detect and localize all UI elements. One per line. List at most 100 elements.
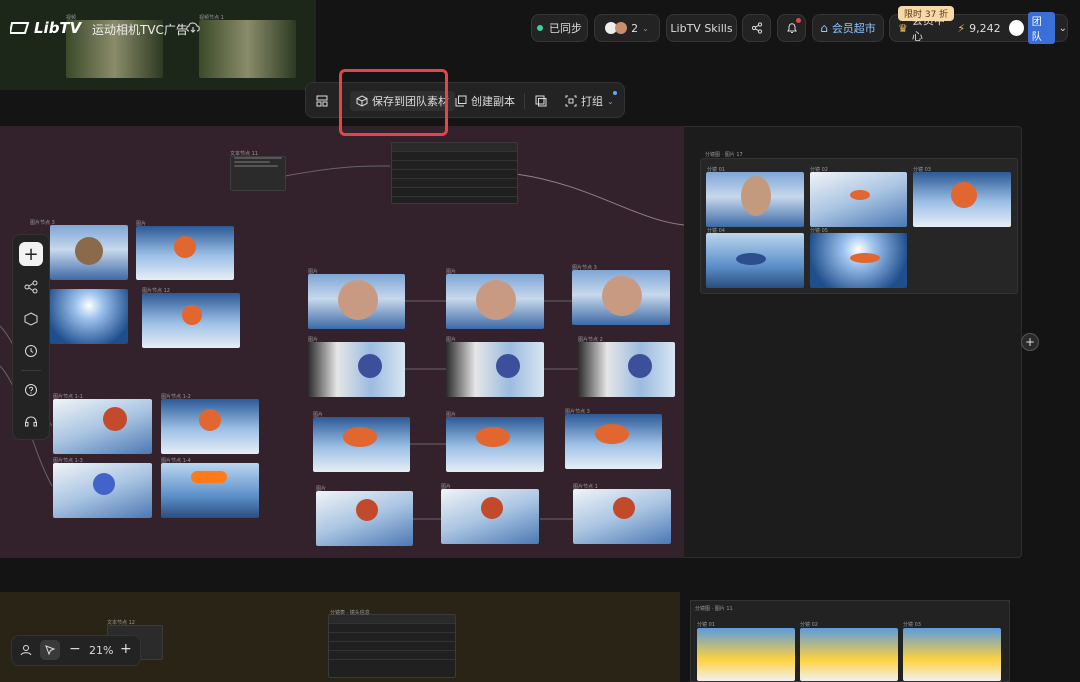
node-label: 图片节点 3 — [565, 409, 590, 415]
app-logo[interactable]: LibTV — [10, 19, 81, 37]
storyboard-image[interactable] — [706, 233, 804, 288]
member-market-button[interactable]: ⌂ 会员超市 — [812, 14, 884, 42]
sync-status[interactable]: 已同步 — [531, 14, 588, 42]
storyboard-image[interactable] — [903, 628, 1001, 681]
storyboard-image[interactable] — [706, 172, 804, 227]
image-node[interactable] — [50, 289, 128, 344]
image-node[interactable] — [565, 414, 662, 469]
storyboard-panel[interactable]: 分镜图 · 图片 11 分镜 01 分镜 02 分镜 03 — [690, 600, 1010, 682]
stack-button[interactable] — [535, 91, 547, 111]
image-node[interactable] — [308, 274, 405, 329]
panel-title: 分镜图 · 图片 17 — [705, 152, 743, 158]
storyboard-table[interactable] — [391, 142, 518, 204]
collaborators-button[interactable]: 2 ⌄ — [594, 14, 660, 42]
chevron-down-icon: ⌄ — [607, 96, 614, 106]
node-label: 图片 — [446, 412, 457, 418]
node-label: 图片节点 1 — [573, 484, 598, 490]
new-feature-dot-icon — [613, 91, 617, 95]
bell-icon — [786, 23, 797, 33]
assets-icon[interactable] — [19, 307, 43, 331]
image-node[interactable] — [573, 489, 671, 544]
workflow-icon[interactable] — [19, 275, 43, 299]
node-label: 图片节点 2 — [578, 337, 603, 343]
image-node[interactable] — [446, 342, 544, 397]
image-node[interactable] — [53, 399, 152, 454]
logo-icon — [10, 22, 30, 34]
panel-item-label: 分镜 01 — [697, 622, 715, 628]
node-label: 图片 — [308, 269, 319, 275]
chevron-down-icon: ⌄ — [642, 23, 649, 33]
image-node[interactable] — [161, 463, 259, 518]
image-node[interactable] — [142, 293, 240, 348]
group-label: 打组 — [581, 95, 603, 108]
chevron-down-icon: ⌄ — [1058, 22, 1067, 34]
duplicate-label: 创建副本 — [471, 95, 515, 108]
image-node[interactable] — [313, 417, 410, 472]
project-title[interactable]: 运动相机TVC广告 — [92, 21, 188, 38]
node-label: 图片 — [441, 484, 452, 490]
group-button[interactable]: 打组 ⌄ — [565, 91, 614, 111]
video-thumbnail[interactable] — [199, 20, 296, 78]
team-avatar — [1008, 20, 1024, 36]
image-node[interactable] — [50, 225, 128, 280]
notifications-button[interactable] — [777, 14, 806, 42]
storyboard-image[interactable] — [697, 628, 795, 681]
storyboard-table[interactable] — [328, 614, 456, 678]
duplicate-button[interactable]: 创建副本 — [455, 91, 515, 111]
add-icon[interactable]: + — [19, 242, 43, 266]
image-node[interactable] — [441, 489, 539, 544]
store-icon: ⌂ — [820, 21, 828, 35]
image-node[interactable] — [572, 270, 670, 325]
share-button[interactable] — [742, 14, 771, 42]
image-node[interactable] — [308, 342, 405, 397]
node-label: 图片 — [308, 337, 319, 343]
node-label: 图片节点 3 — [30, 220, 55, 226]
avatar — [615, 22, 628, 34]
node-label: 文本节点 12 — [107, 620, 135, 626]
history-icon[interactable] — [19, 339, 43, 363]
node-label: 图片 — [316, 486, 327, 492]
cloud-sync-icon[interactable] — [186, 21, 200, 33]
storyboard-image[interactable] — [913, 172, 1011, 227]
copy-icon — [455, 95, 467, 107]
zoom-in-icon[interactable]: + — [120, 641, 132, 657]
node-label: 图片节点 1-1 — [53, 394, 83, 400]
node-label: 图片节点 1-4 — [161, 458, 191, 464]
skills-label: LibTV Skills — [670, 21, 733, 35]
credits-value: 9,242 — [969, 21, 1001, 35]
zoom-out-icon[interactable]: − — [69, 641, 81, 657]
layout-button[interactable] — [316, 91, 328, 111]
image-node[interactable] — [316, 491, 413, 546]
image-node[interactable] — [578, 342, 675, 397]
image-node[interactable] — [446, 417, 544, 472]
group-icon — [565, 95, 577, 107]
zoom-level[interactable]: 21% — [89, 644, 113, 657]
add-node-icon[interactable]: + — [1021, 333, 1039, 351]
help-icon[interactable] — [19, 378, 43, 402]
libtv-skills-button[interactable]: LibTV Skills — [666, 14, 737, 42]
node-label: 图片节点 3 — [572, 265, 597, 271]
node-label: 图片 — [313, 412, 324, 418]
storyboard-image[interactable] — [810, 233, 907, 288]
status-dot-icon — [537, 25, 543, 31]
cursor-icon[interactable] — [40, 640, 60, 660]
sync-status-label: 已同步 — [549, 22, 582, 35]
collaborator-count: 2 — [631, 21, 639, 35]
canvas-group-images: 文本节点 11 图片节点 3 图片 图片节点 12 图片节点 1-1 图片节点 … — [0, 126, 684, 558]
storyboard-image[interactable] — [800, 628, 898, 681]
layers-icon — [535, 95, 547, 107]
image-node[interactable] — [161, 399, 259, 454]
node-label: 图片节点 1-2 — [161, 394, 191, 400]
lightning-icon: ⚡ — [957, 21, 966, 35]
storyboard-image[interactable] — [810, 172, 907, 227]
left-toolbar: + — [12, 234, 50, 440]
support-headset-icon[interactable] — [19, 410, 43, 434]
image-node[interactable] — [446, 274, 544, 329]
node-label: 图片节点 12 — [142, 288, 170, 294]
text-node[interactable] — [230, 156, 286, 191]
image-node[interactable] — [136, 226, 234, 280]
user-pin-icon[interactable] — [19, 643, 33, 657]
storyboard-panel[interactable]: 分镜图 · 图片 17 分镜 01 分镜 02 分镜 03 分镜 04 分镜 0… — [700, 152, 1018, 294]
image-node[interactable] — [53, 463, 152, 518]
team-badge: 团队 — [1027, 12, 1055, 44]
